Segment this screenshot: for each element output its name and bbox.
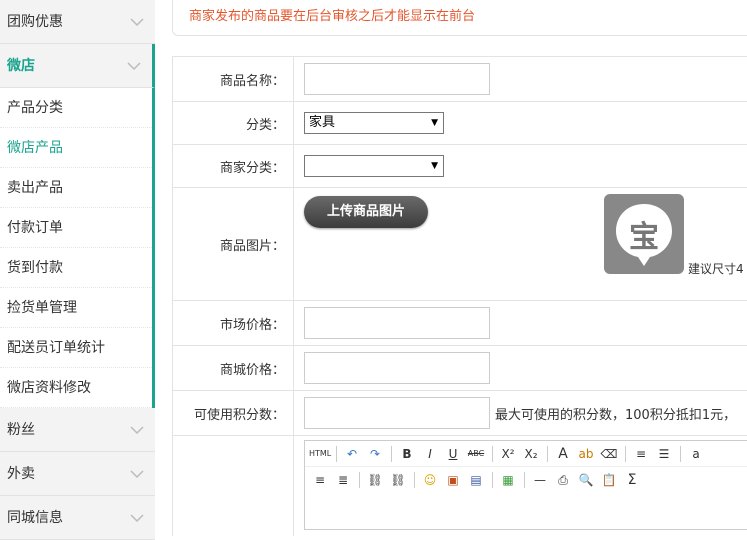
sidebar-item-sold-products[interactable]: 卖出产品: [0, 168, 152, 208]
product-image-label: 商品图片：: [173, 188, 294, 300]
category-label: 分类：: [173, 102, 294, 144]
sidebar-section-fans[interactable]: 粉丝: [0, 408, 155, 452]
chevron-down-icon: [130, 470, 144, 479]
formula-icon[interactable]: Σ: [621, 470, 643, 490]
category-select[interactable]: 家具 ▼: [304, 112, 444, 134]
sidebar-section-label: 微店: [7, 58, 35, 74]
sidebar-section-label: 团购优惠: [7, 14, 63, 30]
link-button[interactable]: ⛓: [364, 470, 386, 490]
mall-price-input[interactable]: [304, 352, 490, 384]
emoji-icon[interactable]: ☺: [419, 470, 441, 490]
product-form: 商品名称： 分类： 家具 ▼ 商家分类： ▼ 商品图片： 上传商品图片 宝 建议…: [172, 56, 747, 536]
product-name-label: 商品名称：: [173, 57, 294, 101]
sidebar-item-cash-on-delivery[interactable]: 货到付款: [0, 248, 152, 288]
font-family-button[interactable]: a: [685, 444, 707, 464]
row-description: HTML ↶ ↷ B I U ABC X² X₂ A ab ⌫ ≡ ☰ a ≡ …: [173, 436, 747, 536]
sidebar: 团购优惠 微店 产品分类 微店产品 卖出产品 付款订单 货到付款 捡货单管理 配…: [0, 0, 155, 540]
market-price-label: 市场价格：: [173, 301, 294, 345]
chevron-down-icon: [130, 514, 144, 523]
market-price-input[interactable]: [304, 307, 490, 339]
gallery-icon[interactable]: ▦: [497, 470, 519, 490]
dropdown-arrow-icon: ▼: [431, 161, 438, 171]
placeholder-char: 宝: [629, 220, 659, 255]
chevron-down-icon: [130, 18, 144, 27]
points-label: 可使用积分数：: [173, 391, 294, 435]
notice-banner: 商家发布的商品要在后台审核之后才能显示在前台: [172, 0, 747, 36]
unordered-list-button[interactable]: ☰: [653, 444, 675, 464]
row-mall-price: 商城价格：: [173, 346, 747, 391]
redo-button[interactable]: ↷: [364, 444, 386, 464]
category-select-value: 家具: [309, 115, 336, 130]
eraser-icon[interactable]: ⌫: [598, 444, 620, 464]
sidebar-section-group-buy[interactable]: 团购优惠: [0, 0, 155, 44]
image-size-tip: 建议尺寸4: [688, 262, 744, 276]
strikethrough-button[interactable]: ABC: [465, 444, 487, 464]
product-name-input[interactable]: [304, 63, 490, 95]
row-points: 可使用积分数： 最大可使用的积分数，100积分抵扣1元，: [173, 391, 747, 436]
sidebar-section-label: 同城信息: [7, 510, 63, 526]
row-market-price: 市场价格：: [173, 301, 747, 346]
html-source-button[interactable]: HTML: [309, 444, 331, 464]
sidebar-item-store-products[interactable]: 微店产品: [0, 128, 152, 168]
sidebar-item-store-profile[interactable]: 微店资料修改: [0, 368, 152, 408]
main-content: 商家发布的商品要在后台审核之后才能显示在前台 商品名称： 分类： 家具 ▼ 商家…: [172, 0, 747, 536]
mall-price-label: 商城价格：: [173, 346, 294, 390]
points-tip: 最大可使用的积分数，100积分抵扣1元，: [495, 407, 737, 423]
sidebar-section-label: 粉丝: [7, 422, 35, 438]
horizontal-rule-button[interactable]: —: [529, 470, 551, 490]
font-color-button[interactable]: A: [552, 444, 574, 464]
image-placeholder-thumbnail: 宝: [604, 194, 684, 274]
sidebar-section-takeout[interactable]: 外卖: [0, 452, 155, 496]
chevron-down-icon: [127, 62, 141, 71]
undo-button[interactable]: ↶: [341, 444, 363, 464]
merchant-category-label: 商家分类：: [173, 145, 294, 187]
image-icon[interactable]: ▣: [442, 470, 464, 490]
description-label: [173, 436, 294, 536]
row-product-name: 商品名称：: [173, 57, 747, 102]
underline-button[interactable]: U: [442, 444, 464, 464]
video-icon[interactable]: ▤: [465, 470, 487, 490]
row-merchant-category: 商家分类： ▼: [173, 145, 747, 188]
chevron-down-icon: [130, 426, 144, 435]
sidebar-section-wechat-store[interactable]: 微店: [0, 44, 155, 88]
highlight-button[interactable]: ab: [575, 444, 597, 464]
unlink-button[interactable]: ⛓: [387, 470, 409, 490]
points-input[interactable]: [304, 397, 490, 429]
bold-button[interactable]: B: [396, 444, 418, 464]
subscript-button[interactable]: X₂: [520, 444, 542, 464]
italic-button[interactable]: I: [419, 444, 441, 464]
sidebar-item-product-category[interactable]: 产品分类: [0, 88, 152, 128]
paste-icon[interactable]: 📋: [598, 470, 620, 490]
sidebar-item-courier-stats[interactable]: 配送员订单统计: [0, 328, 152, 368]
merchant-category-select[interactable]: ▼: [304, 155, 444, 177]
sidebar-section-local-info[interactable]: 同城信息: [0, 496, 155, 540]
row-product-image: 商品图片： 上传商品图片 宝 建议尺寸4: [173, 188, 747, 301]
rich-text-editor[interactable]: HTML ↶ ↷ B I U ABC X² X₂ A ab ⌫ ≡ ☰ a ≡ …: [304, 440, 747, 530]
row-category: 分类： 家具 ▼: [173, 102, 747, 145]
search-icon[interactable]: 🔍: [575, 470, 597, 490]
sidebar-item-paid-orders[interactable]: 付款订单: [0, 208, 152, 248]
superscript-button[interactable]: X²: [497, 444, 519, 464]
align-left-button[interactable]: ≡: [309, 470, 331, 490]
sidebar-section-label: 外卖: [7, 466, 35, 482]
dropdown-arrow-icon: ▼: [431, 118, 438, 128]
upload-image-button[interactable]: 上传商品图片: [304, 196, 428, 228]
ordered-list-button[interactable]: ≡: [630, 444, 652, 464]
print-icon[interactable]: ⎙: [552, 470, 574, 490]
editor-toolbar-row-2: ≡ ≣ ⛓ ⛓ ☺ ▣ ▤ ▦ — ⎙ 🔍 📋 Σ: [305, 467, 747, 493]
editor-toolbar-row-1: HTML ↶ ↷ B I U ABC X² X₂ A ab ⌫ ≡ ☰ a: [305, 441, 747, 467]
sidebar-subitems: 产品分类 微店产品 卖出产品 付款订单 货到付款 捡货单管理 配送员订单统计 微…: [0, 88, 155, 408]
align-justify-button[interactable]: ≣: [332, 470, 354, 490]
sidebar-item-picking-list[interactable]: 捡货单管理: [0, 288, 152, 328]
